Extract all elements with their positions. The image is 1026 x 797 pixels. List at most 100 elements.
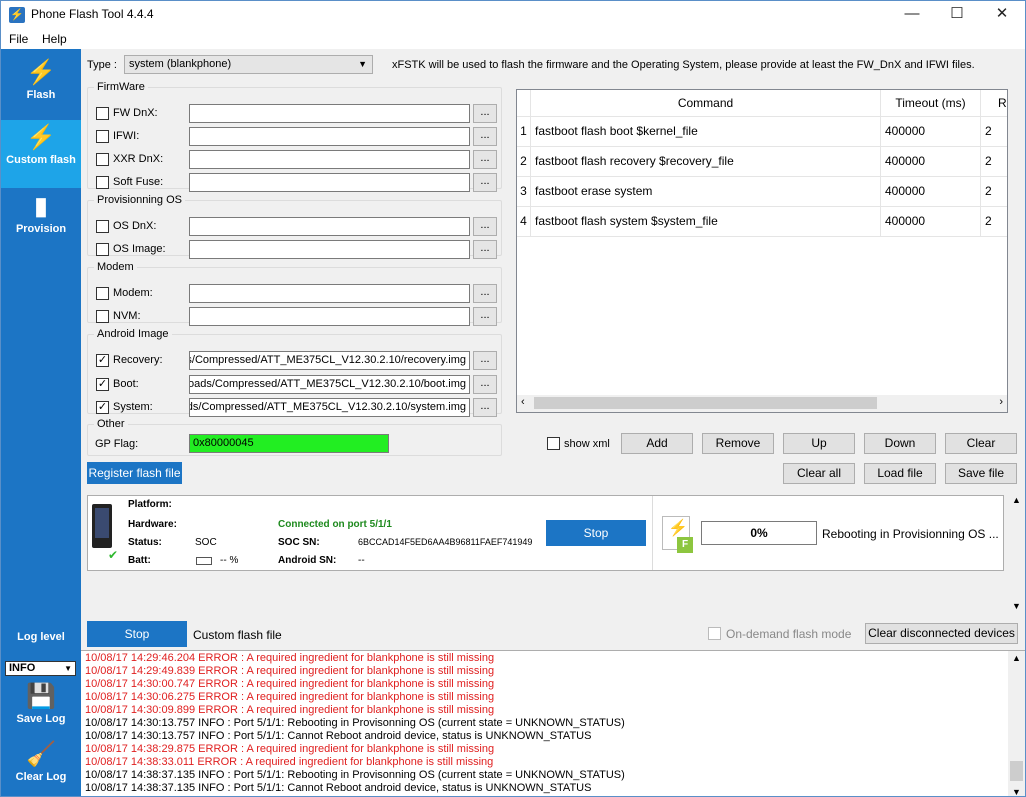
firmware-checkbox[interactable]: [96, 153, 109, 166]
device-phone-icon: [92, 504, 112, 548]
browse-button[interactable]: ...: [473, 127, 497, 146]
provisioning-file-input[interactable]: [189, 217, 470, 236]
browse-button[interactable]: ...: [473, 240, 497, 259]
firmware-checkbox[interactable]: [96, 107, 109, 120]
command-table: Command Timeout (ms) Re 1fastboot flash …: [516, 89, 1008, 413]
row-index: 3: [517, 177, 531, 207]
clear-log-button[interactable]: 🧹 Clear Log: [1, 741, 81, 791]
browse-button[interactable]: ...: [473, 307, 497, 326]
close-button[interactable]: ✕: [979, 1, 1025, 29]
log-vertical-scrollbar[interactable]: ▲ ▼: [1008, 651, 1025, 796]
table-row[interactable]: 2 fastboot flash recovery $recovery_file 4…: [517, 147, 1007, 177]
chevron-up-icon[interactable]: ▲: [1012, 495, 1021, 505]
browse-button[interactable]: ...: [473, 104, 497, 123]
firmware-field-label: FW DnX:: [113, 107, 158, 119]
maximize-button[interactable]: ☐: [934, 1, 980, 29]
type-select[interactable]: system (blankphone) ▼: [124, 55, 373, 74]
firmware-file-input[interactable]: [189, 127, 470, 146]
battery-icon: [196, 557, 212, 565]
modem-file-input[interactable]: [189, 284, 470, 303]
browse-button[interactable]: ...: [473, 284, 497, 303]
firmware-checkbox[interactable]: [96, 176, 109, 189]
provisioning-checkbox[interactable]: [96, 220, 109, 233]
hardware-label: Hardware:: [128, 519, 177, 530]
browse-button[interactable]: ...: [473, 217, 497, 236]
menu-file[interactable]: File: [9, 32, 28, 46]
browse-button[interactable]: ...: [473, 351, 497, 370]
table-row[interactable]: 3 fastboot erase system 400000 2: [517, 177, 1007, 207]
sidebar: ⚡ Flash ⚡ Custom flash ▮ Provision Log l…: [1, 49, 81, 796]
menu-help[interactable]: Help: [42, 32, 67, 46]
on-demand-checkbox[interactable]: [708, 627, 721, 640]
scrollbar-thumb[interactable]: [1010, 761, 1023, 781]
modem-checkbox[interactable]: [96, 310, 109, 323]
sidebar-item-custom-flash[interactable]: ⚡ Custom flash: [1, 120, 81, 188]
app-icon: ⚡: [9, 7, 25, 23]
firmware-checkbox[interactable]: [96, 130, 109, 143]
sidebar-item-flash[interactable]: ⚡ Flash: [1, 55, 81, 119]
scrollbar-thumb[interactable]: [534, 397, 877, 409]
gp-flag-field[interactable]: 0x80000045: [189, 434, 389, 453]
firmware-file-input[interactable]: [189, 104, 470, 123]
log-line: 10/08/17 14:29:46.204 ERROR : A required…: [85, 652, 495, 664]
device-stop-button[interactable]: Stop: [546, 520, 646, 546]
android-file-input[interactable]: nloads/Compressed/ATT_ME375CL_V12.30.2.1…: [189, 375, 470, 394]
chevron-down-icon[interactable]: ▼: [1012, 601, 1021, 611]
table-header-command[interactable]: Command: [531, 90, 881, 117]
register-flash-file-button[interactable]: Register flash file: [87, 462, 182, 484]
clear-all-button[interactable]: Clear all: [783, 463, 855, 484]
android-file-input[interactable]: ads/Compressed/ATT_ME375CL_V12.30.2.10/s…: [189, 398, 470, 417]
table-header-timeout[interactable]: Timeout (ms): [881, 90, 981, 117]
up-button[interactable]: Up: [783, 433, 855, 454]
log-line: 10/08/17 14:38:37.135 INFO : Port 5/1/1:…: [85, 782, 592, 794]
android-checkbox[interactable]: ✓: [96, 378, 109, 391]
show-xml-checkbox[interactable]: [547, 437, 560, 450]
soc-sn-value: 6BCCAD14F5ED6AA4B96811FAEF741949: [358, 537, 533, 547]
android-file-input[interactable]: ads/Compressed/ATT_ME375CL_V12.30.2.10/r…: [189, 351, 470, 370]
table-header-retry[interactable]: Re: [981, 90, 1007, 117]
stop-button[interactable]: Stop: [87, 621, 187, 647]
device-vertical-scrollbar[interactable]: ▲ ▼: [1008, 495, 1025, 611]
app-window: ⚡ Phone Flash Tool 4.4.4 — ☐ ✕ File Help…: [0, 0, 1026, 797]
gp-flag-label: GP Flag:: [95, 438, 139, 450]
provisioning-checkbox[interactable]: [96, 243, 109, 256]
log-level-select[interactable]: INFO ▼: [5, 661, 76, 676]
android-field-label: System:: [113, 401, 153, 413]
log-level-value: INFO: [9, 662, 36, 674]
table-row[interactable]: 4 fastboot flash system $system_file 40000…: [517, 207, 1007, 237]
clear-button[interactable]: Clear: [945, 433, 1017, 454]
firmware-field-label: IFWI:: [113, 130, 140, 142]
browse-button[interactable]: ...: [473, 375, 497, 394]
menu-bar: File Help: [1, 29, 1025, 49]
minimize-button[interactable]: —: [889, 1, 935, 29]
chevron-down-icon[interactable]: ▼: [1012, 787, 1021, 796]
table-row[interactable]: 1 fastboot flash boot $kernel_file 400000 2: [517, 117, 1007, 147]
chevron-right-icon[interactable]: ›: [999, 396, 1003, 408]
clear-disconnected-devices-button[interactable]: Clear disconnected devices: [865, 623, 1018, 644]
save-file-button[interactable]: Save file: [945, 463, 1017, 484]
firmware-file-input[interactable]: [189, 150, 470, 169]
remove-button[interactable]: Remove: [702, 433, 774, 454]
down-button[interactable]: Down: [864, 433, 936, 454]
log-line: 10/08/17 14:30:06.275 ERROR : A required…: [85, 691, 495, 703]
provisioning-file-input[interactable]: [189, 240, 470, 259]
android-checkbox[interactable]: ✓: [96, 401, 109, 414]
chevron-up-icon[interactable]: ▲: [1012, 653, 1021, 663]
chevron-left-icon[interactable]: ‹: [521, 396, 525, 408]
firmware-file-input[interactable]: [189, 173, 470, 192]
add-button[interactable]: Add: [621, 433, 693, 454]
horizontal-scrollbar[interactable]: ‹ ›: [517, 395, 1007, 412]
modem-file-input[interactable]: [189, 307, 470, 326]
browse-button[interactable]: ...: [473, 398, 497, 417]
sidebar-item-provision[interactable]: ▮ Provision: [1, 193, 81, 249]
row-index: 4: [517, 207, 531, 237]
browse-button[interactable]: ...: [473, 173, 497, 192]
group-title: Other: [94, 418, 128, 430]
load-file-button[interactable]: Load file: [864, 463, 936, 484]
browse-button[interactable]: ...: [473, 150, 497, 169]
window-title: Phone Flash Tool 4.4.4: [31, 7, 154, 21]
save-log-button[interactable]: 💾 Save Log: [1, 683, 81, 733]
log-level-label: Log level: [17, 631, 65, 643]
modem-checkbox[interactable]: [96, 287, 109, 300]
android-checkbox[interactable]: ✓: [96, 354, 109, 367]
